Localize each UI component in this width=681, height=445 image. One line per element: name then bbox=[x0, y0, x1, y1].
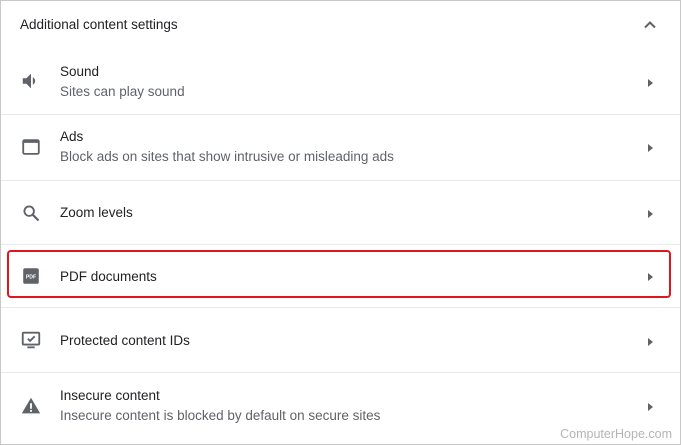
search-icon bbox=[20, 202, 42, 224]
protected-content-ids-row[interactable]: Protected content IDs bbox=[1, 307, 680, 372]
row-label: Insecure content bbox=[60, 388, 160, 403]
row-label: PDF documents bbox=[60, 269, 157, 284]
pdf-icon-text: PDF bbox=[26, 274, 36, 280]
section-header[interactable]: Additional content settings bbox=[1, 1, 680, 49]
sound-settings-row[interactable]: Sound Sites can play sound bbox=[1, 49, 680, 114]
browser-window-icon bbox=[20, 136, 42, 158]
arrow-right-icon bbox=[644, 141, 656, 153]
row-label: Ads bbox=[60, 129, 84, 144]
arrow-right-icon bbox=[644, 400, 656, 412]
row-description: Block ads on sites that show intrusive o… bbox=[60, 149, 394, 164]
section-title: Additional content settings bbox=[20, 17, 178, 32]
protected-content-icon bbox=[20, 329, 42, 351]
pdf-documents-row[interactable]: PDF PDF documents bbox=[1, 244, 680, 307]
row-label: Protected content IDs bbox=[60, 333, 190, 348]
row-description: Sites can play sound bbox=[60, 84, 185, 99]
row-description: Insecure content is blocked by default o… bbox=[60, 408, 381, 423]
warning-icon bbox=[20, 395, 42, 417]
arrow-right-icon bbox=[644, 270, 656, 282]
watermark: ComputerHope.com bbox=[560, 427, 672, 441]
arrow-right-icon bbox=[644, 207, 656, 219]
arrow-right-icon bbox=[644, 335, 656, 347]
zoom-levels-row[interactable]: Zoom levels bbox=[1, 180, 680, 244]
speaker-icon bbox=[20, 70, 42, 92]
row-label: Sound bbox=[60, 64, 100, 79]
pdf-icon: PDF bbox=[20, 265, 42, 287]
chevron-up-icon[interactable] bbox=[639, 15, 661, 35]
ads-settings-row[interactable]: Ads Block ads on sites that show intrusi… bbox=[1, 114, 680, 180]
row-label: Zoom levels bbox=[60, 205, 133, 220]
settings-panel: Additional content settings Sound Sites … bbox=[0, 0, 681, 445]
arrow-right-icon bbox=[644, 76, 656, 88]
